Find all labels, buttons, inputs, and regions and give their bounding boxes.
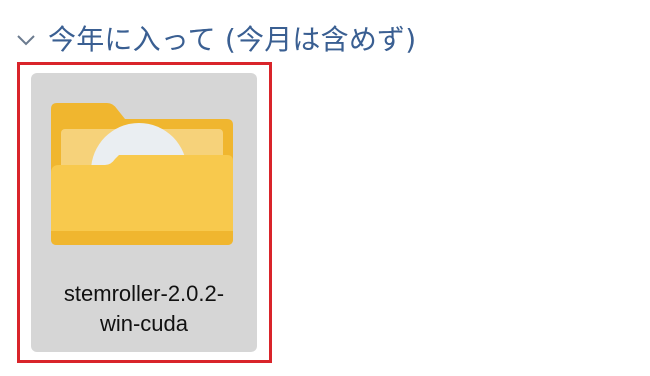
folder-icon bbox=[51, 103, 233, 245]
group-title: 今年に入って (今月は含めず) bbox=[48, 23, 417, 56]
folder-name: stemroller-2.0.2- win-cuda bbox=[31, 279, 257, 339]
folder-item-tile[interactable]: stemroller-2.0.2- win-cuda bbox=[31, 73, 257, 352]
folder-name-line2: win-cuda bbox=[99, 311, 189, 336]
folder-name-line1: stemroller-2.0.2- bbox=[63, 281, 225, 306]
group-header[interactable]: 今年に入って (今月は含めず) bbox=[14, 22, 416, 58]
chevron-down-icon[interactable] bbox=[14, 28, 38, 52]
